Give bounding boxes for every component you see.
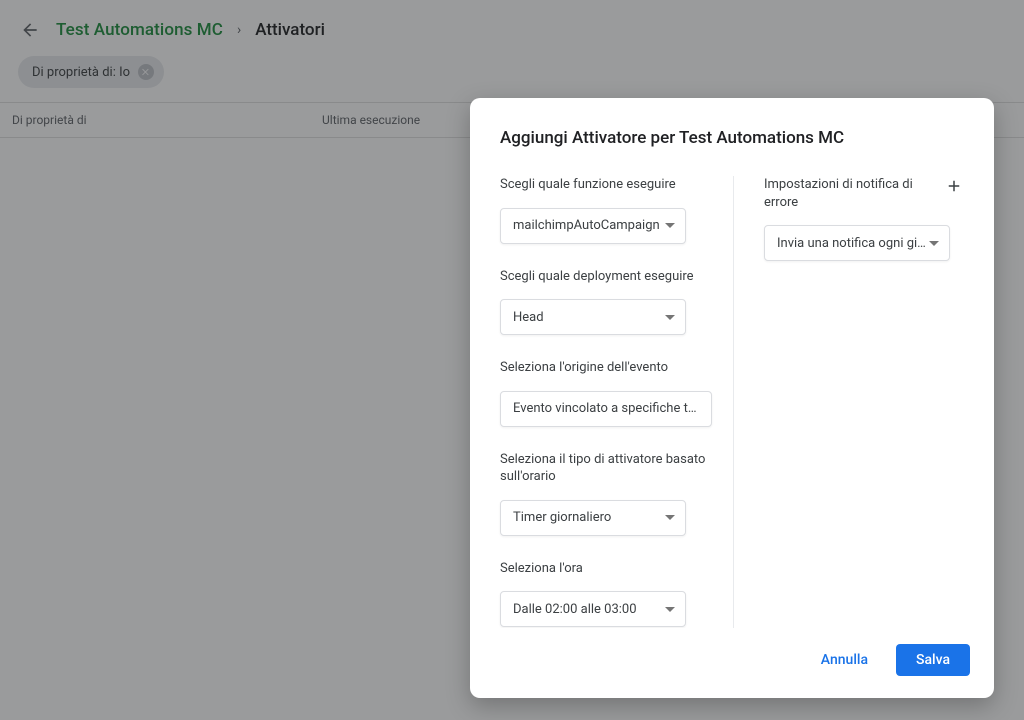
field-hour-label: Seleziona l'ora (500, 560, 715, 578)
field-time-type: Seleziona il tipo di attivatore basato s… (500, 451, 715, 536)
select-error-notify-value: Invia una notifica ogni giorno (777, 236, 929, 251)
cancel-button[interactable]: Annulla (811, 644, 878, 676)
select-deployment-value: Head (513, 310, 544, 325)
chevron-down-icon (929, 241, 939, 246)
select-hour[interactable]: Dalle 02:00 alle 03:00 (500, 591, 686, 627)
save-button[interactable]: Salva (896, 644, 970, 676)
field-deployment-label: Scegli quale deployment eseguire (500, 268, 715, 286)
field-event-source: Seleziona l'origine dell'evento Evento v… (500, 359, 715, 427)
chevron-down-icon (665, 515, 675, 520)
field-time-type-label: Seleziona il tipo di attivatore basato s… (500, 451, 715, 486)
select-deployment[interactable]: Head (500, 299, 686, 335)
field-function: Scegli quale funzione eseguire mailchimp… (500, 176, 715, 244)
select-time-type-value: Timer giornaliero (513, 510, 611, 525)
field-event-source-label: Seleziona l'origine dell'evento (500, 359, 715, 377)
select-time-type[interactable]: Timer giornaliero (500, 500, 686, 536)
select-function[interactable]: mailchimpAutoCampaign (500, 208, 686, 244)
chevron-down-icon (665, 315, 675, 320)
select-function-value: mailchimpAutoCampaign (513, 218, 660, 233)
select-event-source[interactable]: Evento vincolato a specifiche temporali (500, 391, 712, 427)
field-function-label: Scegli quale funzione eseguire (500, 176, 715, 194)
dialog-title: Aggiungi Attivatore per Test Automations… (470, 98, 994, 148)
add-trigger-dialog: Aggiungi Attivatore per Test Automations… (470, 98, 994, 698)
chevron-down-icon (665, 607, 675, 612)
select-hour-value: Dalle 02:00 alle 03:00 (513, 602, 637, 617)
field-deployment: Scegli quale deployment eseguire Head (500, 268, 715, 336)
chevron-down-icon (665, 223, 675, 228)
select-error-notify[interactable]: Invia una notifica ogni giorno (764, 225, 950, 261)
field-hour: Seleziona l'ora Dalle 02:00 alle 03:00 (500, 560, 715, 628)
select-event-source-value: Evento vincolato a specifiche temporali (513, 401, 701, 416)
plus-icon[interactable] (944, 176, 964, 196)
field-error-notify-label: Impostazioni di notifica di errore (764, 176, 938, 211)
